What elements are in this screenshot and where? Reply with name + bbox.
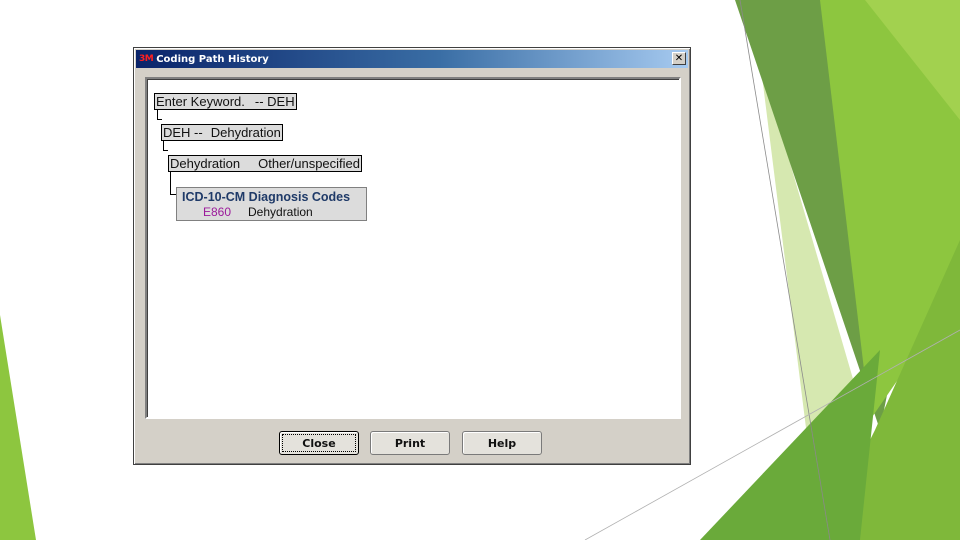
deco-shape-bottom: [700, 350, 880, 540]
close-button[interactable]: Close: [279, 431, 359, 455]
help-button[interactable]: Help: [462, 431, 542, 455]
coding-path-history-dialog: 3M Coding Path History ✕ Enter Keyword. -…: [133, 47, 691, 465]
path-node-label: DEH --: [163, 125, 203, 140]
print-button[interactable]: Print: [370, 431, 450, 455]
deco-left-sliver: [0, 315, 36, 540]
path-node-label: Enter Keyword.: [156, 94, 245, 109]
window-title: Coding Path History: [156, 53, 269, 65]
diagnosis-code[interactable]: E860: [203, 205, 231, 219]
path-node-deh[interactable]: DEH -- Dehydration: [161, 124, 283, 141]
diagnosis-description: Dehydration: [248, 205, 313, 219]
title-bar[interactable]: 3M Coding Path History ✕: [136, 50, 688, 68]
path-node-keyword[interactable]: Enter Keyword. -- DEH: [154, 93, 297, 110]
path-tree-panel: Enter Keyword. -- DEH DEH -- Dehydration D…: [145, 77, 681, 419]
path-node-value: -- DEH: [254, 94, 295, 109]
path-node-value: Dehydration: [210, 125, 281, 140]
path-node-dehydration[interactable]: Dehydration Other/unspecified: [168, 155, 363, 172]
3m-logo: 3M: [139, 54, 154, 64]
diagnosis-code-box[interactable]: ICD-10-CM Diagnosis Codes E860 Dehydrati…: [176, 187, 367, 221]
path-node-value: Other/unspecified: [258, 156, 361, 171]
close-window-icon[interactable]: ✕: [672, 52, 686, 65]
path-node-label: Dehydration: [170, 156, 241, 171]
diagnosis-codes-heading: ICD-10-CM Diagnosis Codes: [182, 190, 351, 204]
